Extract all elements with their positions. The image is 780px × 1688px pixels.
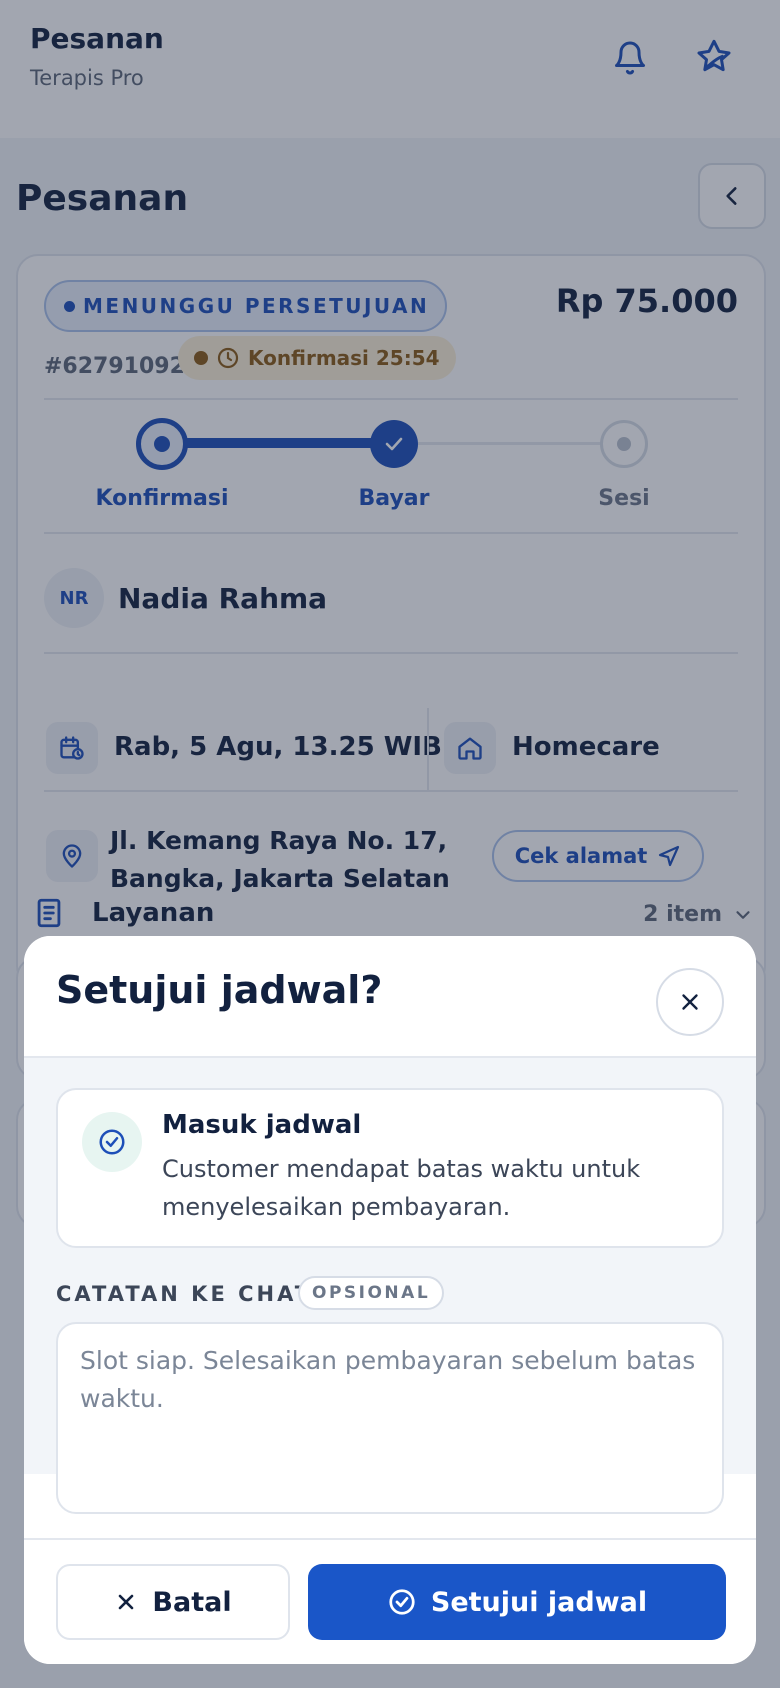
modal-title: Setujui jadwal? — [56, 968, 383, 1012]
check-circle-icon — [389, 1589, 415, 1615]
close-icon — [119, 1594, 134, 1610]
chat-note-input[interactable] — [56, 1322, 724, 1514]
optional-badge: OPSIONAL — [298, 1276, 445, 1310]
modal-footer: Batal Setujui jadwal — [24, 1538, 756, 1664]
close-button[interactable] — [656, 968, 724, 1036]
info-description: Customer mendapat batas waktu untuk meny… — [162, 1155, 641, 1221]
approve-schedule-button[interactable]: Setujui jadwal — [308, 1564, 726, 1640]
note-label: CATATAN KE CHAT — [56, 1282, 313, 1306]
close-icon — [682, 994, 698, 1010]
info-title: Masuk jadwal — [162, 1110, 362, 1140]
cancel-button[interactable]: Batal — [56, 1564, 290, 1640]
approve-label: Setujui jadwal — [430, 1586, 648, 1618]
schedule-info-card: Masuk jadwal Customer mendapat batas wak… — [56, 1088, 724, 1248]
cancel-label: Batal — [152, 1586, 232, 1618]
check-circle-icon — [82, 1112, 142, 1172]
modal-header: Setujui jadwal? — [24, 936, 756, 1058]
modal-body: Masuk jadwal Customer mendapat batas wak… — [24, 1058, 756, 1514]
approve-schedule-modal: Setujui jadwal? Masuk jadwal Customer me… — [24, 936, 756, 1664]
